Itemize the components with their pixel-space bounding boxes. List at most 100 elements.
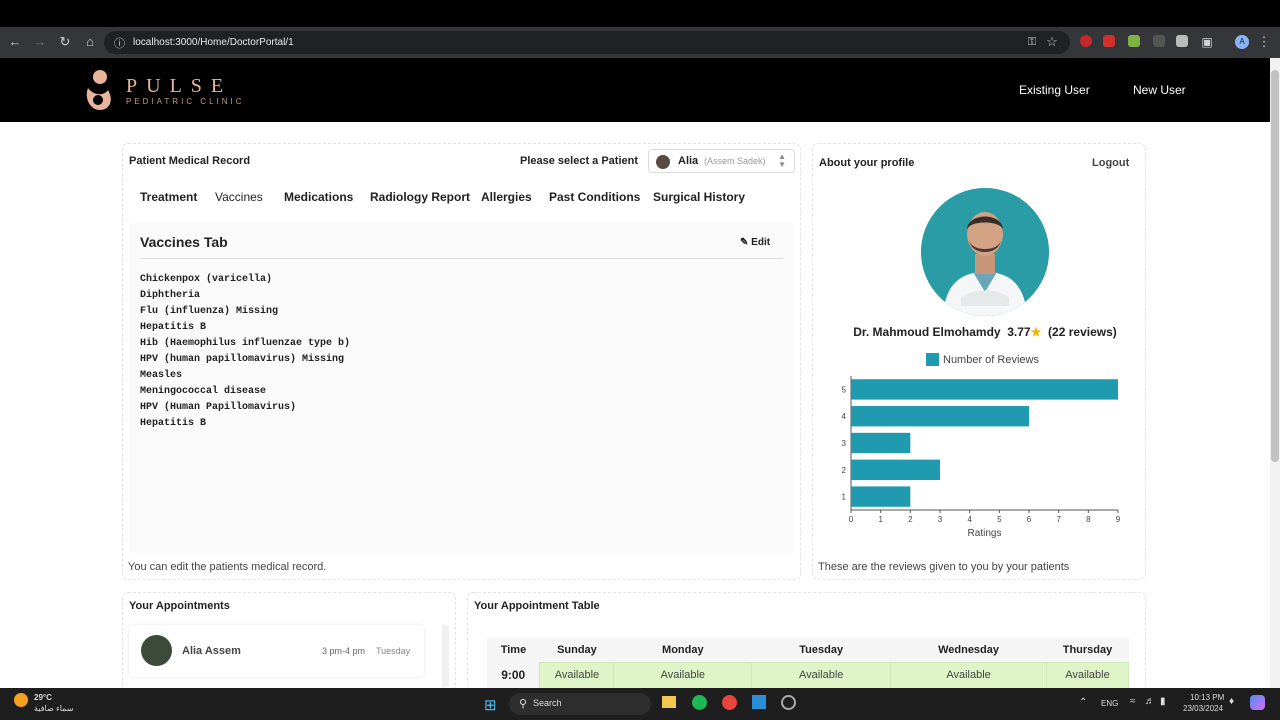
- x-tick-label: 7: [1056, 515, 1061, 524]
- forward-icon[interactable]: →: [32, 34, 48, 50]
- appointment-patient: Alia Assem: [182, 645, 241, 657]
- profile-avatar[interactable]: A: [1235, 35, 1249, 49]
- slot-cell[interactable]: Available: [751, 661, 892, 689]
- patient-select[interactable]: Alia (Assem Sadek) ▲ ▼: [648, 149, 795, 173]
- appointment-item[interactable]: Alia Assem 3 pm-4 pm Tuesday: [129, 625, 424, 677]
- extension-icon[interactable]: [1153, 35, 1165, 47]
- x-tick-label: 3: [938, 515, 943, 524]
- windows-start-icon[interactable]: ⊞: [484, 696, 497, 714]
- tab-medications[interactable]: Medications: [284, 190, 353, 204]
- tab-past-conditions[interactable]: Past Conditions: [549, 190, 640, 204]
- temperature: 29°C: [34, 693, 52, 702]
- bar: [851, 379, 1118, 400]
- pulse-logo-icon[interactable]: [80, 68, 116, 112]
- password-key-icon[interactable]: ⚿: [1024, 34, 1040, 50]
- copilot-icon[interactable]: [1250, 695, 1265, 710]
- slot-cell[interactable]: Available: [613, 661, 753, 689]
- vaccine-item: Hepatitis B: [140, 418, 207, 429]
- edit-button[interactable]: ✎ Edit: [740, 237, 770, 248]
- extension-icon[interactable]: [1128, 35, 1140, 47]
- doctor-photo: [921, 188, 1049, 316]
- panel-title: Vaccines Tab: [140, 234, 228, 250]
- back-icon[interactable]: ←: [7, 34, 23, 50]
- extensions-puzzle-icon[interactable]: ▣: [1199, 34, 1215, 50]
- weather-icon[interactable]: [14, 693, 28, 707]
- slot-cell[interactable]: Available: [890, 661, 1047, 689]
- x-tick-label: 6: [1027, 515, 1032, 524]
- vscode-icon[interactable]: [752, 695, 766, 709]
- tab-vaccines[interactable]: Vaccines: [215, 190, 263, 204]
- vaccine-item: Measles: [140, 370, 183, 381]
- vaccine-item: Hepatitis B: [140, 322, 207, 333]
- record-helper-text: You can edit the patients medical record…: [128, 561, 327, 573]
- select-arrows-icon: ▲ ▼: [778, 152, 786, 169]
- profile-helper-text: These are the reviews given to you by yo…: [818, 561, 1070, 573]
- star-icon: ★: [1030, 325, 1042, 339]
- browser-menu-icon[interactable]: ⋮: [1256, 34, 1272, 50]
- appointments-scrollbar[interactable]: [442, 625, 449, 687]
- tab-treatment[interactable]: Treatment: [140, 190, 197, 204]
- patient-parent-name: (Assem Sadek): [704, 156, 766, 166]
- x-tick-label: 9: [1116, 515, 1121, 524]
- tab-allergies[interactable]: Allergies: [481, 190, 532, 204]
- battery-icon[interactable]: ▮: [1160, 696, 1166, 707]
- vaccine-item: Diphtheria: [140, 290, 201, 301]
- extension-icon[interactable]: [1080, 35, 1092, 47]
- table-header-row: Time Sunday Monday Tuesday Wednesday Thu…: [487, 638, 1129, 662]
- file-explorer-icon[interactable]: [662, 696, 676, 708]
- youtube-extension-icon[interactable]: [1103, 35, 1115, 47]
- bar: [851, 406, 1029, 427]
- nav-new-user[interactable]: New User: [1133, 83, 1186, 97]
- legend-label: Number of Reviews: [943, 353, 1039, 366]
- wifi-icon[interactable]: ≈: [1130, 696, 1136, 707]
- app-icon[interactable]: [781, 695, 796, 710]
- notification-bell-icon[interactable]: ♦: [1229, 696, 1234, 707]
- windows-taskbar: 29°C سماء صافية ⊞ ⚲ Search ⌃ ENG ≈ ♬ ▮ 1…: [0, 688, 1280, 720]
- time-cell: 9:00: [487, 662, 540, 688]
- patient-select-label: Please select a Patient: [520, 155, 639, 167]
- tab-radiology-report[interactable]: Radiology Report: [370, 190, 470, 204]
- bookmark-star-icon[interactable]: ☆: [1044, 34, 1060, 50]
- chrome-icon[interactable]: [722, 695, 737, 710]
- table-header: Wednesday: [890, 638, 1047, 662]
- table-header: Sunday: [539, 638, 614, 662]
- slot-cell[interactable]: Available: [539, 661, 615, 689]
- spotify-icon[interactable]: [692, 695, 707, 710]
- table-header: Time: [487, 638, 540, 662]
- vaccine-item: HPV (human papillomavirus) Missing: [140, 354, 345, 365]
- doctor-portrait-icon: [921, 188, 1049, 316]
- panel-divider: [140, 258, 783, 259]
- logout-button[interactable]: Logout: [1092, 157, 1129, 169]
- vaccine-item: Hib (Haemophilus influenzae type b): [140, 338, 351, 349]
- window-titlebar: [0, 0, 1280, 27]
- volume-icon[interactable]: ♬: [1145, 696, 1155, 707]
- page-scroll-thumb[interactable]: [1271, 70, 1279, 462]
- profile-title: About your profile: [819, 157, 915, 169]
- patient-avatar: [656, 155, 670, 169]
- y-tick-label: 3: [842, 439, 847, 448]
- reload-icon[interactable]: ↻: [57, 34, 73, 50]
- clock-date[interactable]: 23/03/2024: [1183, 704, 1223, 713]
- y-tick-label: 4: [842, 412, 847, 421]
- ratings-bar-chart: 5 4 3 2 1 0 1 2 3 4 5 6 7 8 9 Ratings: [842, 376, 1121, 539]
- patient-name: Alia: [678, 155, 699, 167]
- x-tick-label: 2: [908, 515, 913, 524]
- language-indicator[interactable]: ENG: [1101, 699, 1118, 708]
- nav-existing-user[interactable]: Existing User: [1019, 83, 1090, 97]
- edit-label: Edit: [751, 237, 771, 248]
- tray-chevron-icon[interactable]: ⌃: [1079, 697, 1087, 708]
- review-count: (22 reviews): [1048, 325, 1117, 339]
- home-icon[interactable]: ⌂: [82, 34, 98, 50]
- vaccine-item: Chickenpox (varicella): [140, 274, 273, 285]
- x-tick-label: 0: [849, 515, 854, 524]
- address-bar[interactable]: ⓘ localhost:3000/Home/DoctorPortal/1: [104, 31, 1070, 54]
- table-header: Thursday: [1046, 638, 1129, 662]
- taskbar-search[interactable]: ⚲ Search: [509, 693, 651, 715]
- site-info-icon[interactable]: ⓘ: [114, 35, 125, 51]
- clock-time[interactable]: 10:13 PM: [1190, 693, 1224, 702]
- table-header: Tuesday: [751, 638, 891, 662]
- extension-icon[interactable]: [1176, 35, 1188, 47]
- slot-cell[interactable]: Available: [1045, 661, 1130, 689]
- tab-surgical-history[interactable]: Surgical History: [653, 190, 745, 204]
- x-axis-label: Ratings: [968, 528, 1002, 539]
